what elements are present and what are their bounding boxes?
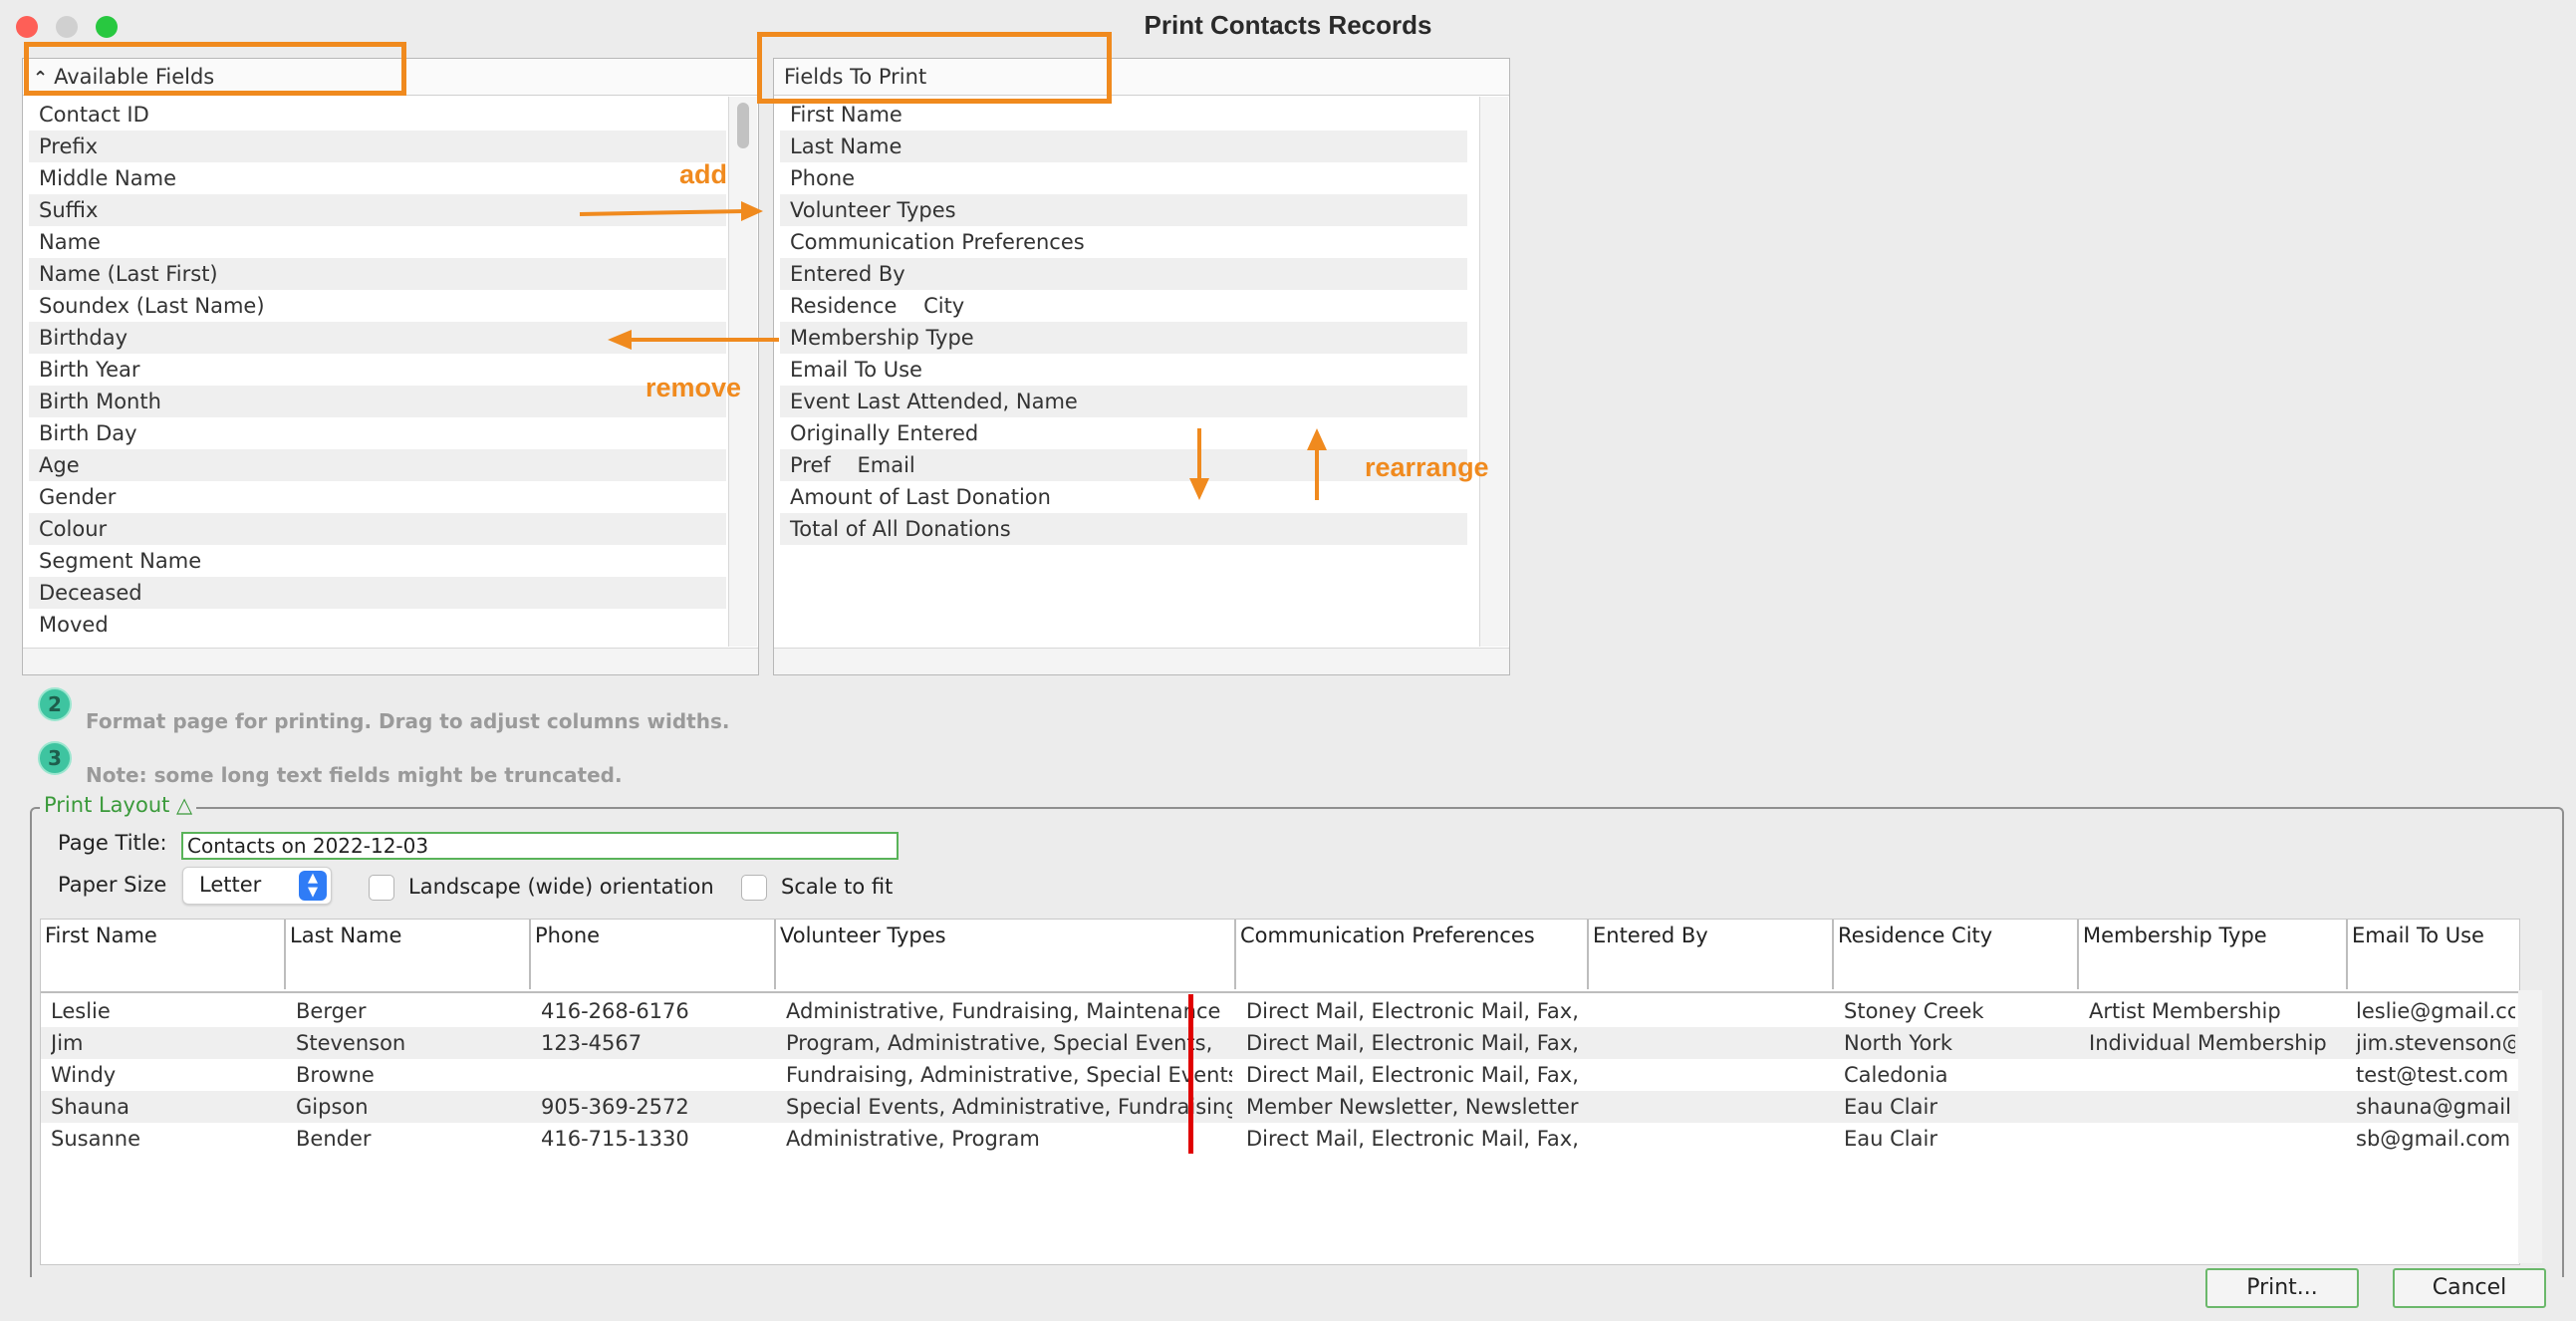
column-header[interactable]: Residence City xyxy=(1834,920,2079,989)
table-cell: test@test.com xyxy=(2356,1063,2509,1087)
table-cell: Program, Administrative, Special Events, xyxy=(786,1031,1213,1055)
column-header[interactable]: Email To Use xyxy=(2348,920,2519,989)
table-cell: Caledonia xyxy=(1844,1063,1948,1087)
table-cell: Member Newsletter, Newsletter xyxy=(1246,1095,1579,1119)
table-cell: Direct Mail, Electronic Mail, Fax, xyxy=(1246,1127,1579,1151)
table-cell xyxy=(2089,1059,2344,1091)
table-cell xyxy=(1599,1091,1830,1123)
available-item[interactable]: Deceased xyxy=(29,577,726,609)
table-cell: Eau Clair xyxy=(1844,1127,1937,1151)
table-cell xyxy=(541,1059,772,1091)
column-header[interactable]: Membership Type xyxy=(2079,920,2348,989)
paper-size-label: Paper Size xyxy=(58,873,167,897)
table-cell: Bender xyxy=(296,1127,372,1151)
column-header[interactable]: Communication Preferences xyxy=(1236,920,1589,989)
annotation-remove: remove xyxy=(645,373,742,402)
table-cell: Eau Clair xyxy=(1844,1095,1937,1119)
table-row[interactable]: Susanne Bender 416-715-1330 Administrative,… xyxy=(41,1123,2519,1155)
table-cell: Stoney Creek xyxy=(1844,999,1984,1023)
table-cell: Fundraising, Administrative, Special Eve… xyxy=(786,1063,1232,1087)
add-arrow-line xyxy=(579,209,746,216)
page-title-label: Page Title: xyxy=(58,831,167,855)
step-3-badge: 3 xyxy=(38,741,72,775)
table-cell: Browne xyxy=(296,1063,375,1087)
step-2-badge: 2 xyxy=(38,687,72,721)
table-cell: Berger xyxy=(296,999,367,1023)
table-row[interactable]: Leslie Berger 416-268-6176 Administrative, … xyxy=(41,995,2519,1027)
table-cell: Direct Mail, Electronic Mail, Fax, xyxy=(1246,999,1579,1023)
table-cell: Windy xyxy=(51,1063,117,1087)
table-cell xyxy=(1599,1123,1830,1155)
table-row[interactable]: Shauna Gipson 905-369-2572 Special Events, … xyxy=(41,1091,2519,1123)
table-cell: Gipson xyxy=(296,1095,369,1119)
annotation-arrows xyxy=(579,201,1327,500)
column-resize-indicator xyxy=(1188,994,1193,1154)
table-row[interactable]: Jim Stevenson 123-4567 Program, Administrat… xyxy=(41,1027,2519,1059)
table-row[interactable]: Windy Browne Fundraising, Administrative, … xyxy=(41,1059,2519,1091)
add-arrow-head xyxy=(741,201,763,221)
table-cell: North York xyxy=(1844,1031,1953,1055)
table-cell: 416-268-6176 xyxy=(541,999,689,1023)
print-preview-table[interactable]: First Name Last Name Phone Volunteer Types C… xyxy=(40,919,2520,1265)
rearrange-down-head xyxy=(1189,478,1209,500)
table-cell: Direct Mail, Electronic Mail, Fax, xyxy=(1246,1063,1579,1087)
table-cell: Shauna xyxy=(51,1095,129,1119)
table-cell xyxy=(1599,1027,1830,1059)
table-cell: 123-4567 xyxy=(541,1031,643,1055)
table-cell: 416-715-1330 xyxy=(541,1127,689,1151)
step-3-text: Note: some long text fields might be tru… xyxy=(86,763,623,787)
table-cell: 905-369-2572 xyxy=(541,1095,689,1119)
column-header[interactable]: Last Name xyxy=(286,920,531,989)
table-cell: Stevenson xyxy=(296,1031,406,1055)
column-header[interactable]: Volunteer Types xyxy=(776,920,1236,989)
remove-arrow-head xyxy=(608,330,632,350)
annotation-add: add xyxy=(679,159,728,189)
table-cell: Administrative, Program xyxy=(786,1127,1040,1151)
annotation-rearrange: rearrange xyxy=(1365,452,1489,482)
table-cell: shauna@gmail xyxy=(2356,1095,2511,1119)
column-header[interactable]: Entered By xyxy=(1589,920,1834,989)
landscape-label[interactable]: Landscape (wide) orientation xyxy=(408,875,714,899)
header-divider xyxy=(41,991,2519,993)
table-cell: Direct Mail, Electronic Mail, Fax, xyxy=(1246,1031,1579,1055)
table-cell: Susanne xyxy=(51,1127,140,1151)
scale-to-fit-label[interactable]: Scale to fit xyxy=(781,875,893,899)
table-cell xyxy=(2089,1091,2344,1123)
table-cell: Special Events, Administrative, Fundrais… xyxy=(786,1095,1232,1119)
table-cell: jim.stevenson@ xyxy=(2356,1031,2515,1055)
table-cell: sb@gmail.com xyxy=(2356,1127,2511,1151)
available-fields-hscrollbar[interactable] xyxy=(23,648,758,674)
print-layout-legend[interactable]: Print Layout △ xyxy=(40,793,197,817)
table-cell: Artist Membership xyxy=(2089,999,2281,1023)
table-cell xyxy=(1599,995,1830,1027)
scale-to-fit-checkbox[interactable] xyxy=(741,875,767,901)
preview-table-scrollbar[interactable] xyxy=(2518,990,2542,1263)
print-button[interactable]: Print... xyxy=(2205,1268,2359,1308)
table-cell: Leslie xyxy=(51,999,111,1023)
page-title-input[interactable]: Contacts on 2022-12-03 xyxy=(181,832,899,860)
table-cell xyxy=(1599,1059,1830,1091)
column-header[interactable]: First Name xyxy=(41,920,286,989)
paper-size-select[interactable]: Letter ▲ ▼ xyxy=(182,867,332,905)
table-cell: leslie@gmail.cc xyxy=(2356,999,2515,1023)
table-cell: Jim xyxy=(51,1031,84,1055)
column-header[interactable]: Phone xyxy=(531,920,776,989)
step-2-text: Format page for printing. Drag to adjust… xyxy=(86,709,730,733)
rearrange-up-head xyxy=(1307,428,1327,450)
table-cell xyxy=(2089,1123,2344,1155)
select-stepper-icon: ▲ ▼ xyxy=(299,871,327,901)
table-cell: Administrative, Fundraising, Maintenance xyxy=(786,999,1221,1023)
cancel-button[interactable]: Cancel xyxy=(2393,1268,2546,1308)
fields-to-print-hscrollbar[interactable] xyxy=(774,648,1509,674)
table-cell: Individual Membership xyxy=(2089,1031,2327,1055)
paper-size-value: Letter xyxy=(199,873,262,897)
available-item[interactable]: Moved xyxy=(29,609,726,641)
landscape-checkbox[interactable] xyxy=(369,875,394,901)
